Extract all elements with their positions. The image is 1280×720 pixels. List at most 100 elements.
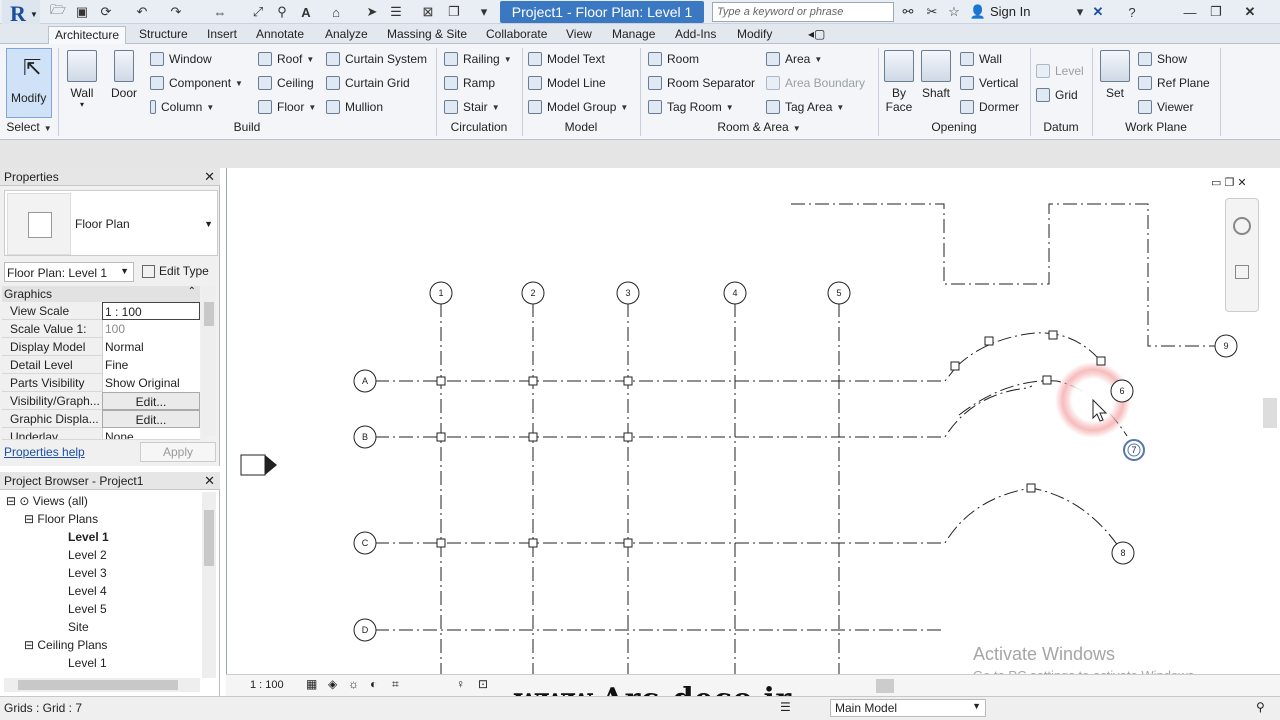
favorites-star-icon[interactable]: ☆ [944,3,964,21]
tab-structure[interactable]: Structure [133,26,194,44]
tree-item-views[interactable]: ⊟ ⊙ Views (all) [6,494,88,508]
3d-view-icon[interactable]: ⌂ [326,3,346,21]
prop-detail-level[interactable]: Detail Level Fine [2,356,200,374]
crop-view-icon[interactable]: ⌗ [392,677,399,692]
open-icon[interactable]: 🗁 [48,2,68,21]
tab-add-ins[interactable]: Add-Ins [669,26,722,44]
floor-button[interactable]: Floor ▼ [258,100,316,114]
tree-item-site[interactable]: Site [68,620,89,634]
tree-item-floor-plans[interactable]: ⊟ Floor Plans [24,512,98,526]
railing-button[interactable]: Railing ▼ [444,52,512,66]
view-scale-button[interactable]: 1 : 100 [250,679,284,691]
viewer-button[interactable]: Viewer [1138,100,1193,114]
thin-lines-icon[interactable]: ☰ [386,3,406,21]
prop-parts-visibility[interactable]: Parts Visibility Show Original [2,374,200,392]
properties-help-link[interactable]: Properties help [4,445,85,459]
switch-windows-icon[interactable]: ❐ [444,3,464,21]
zoom-icon[interactable] [1235,265,1249,279]
tree-item-ceiling-level-1[interactable]: Level 1 [68,656,107,670]
browser-hscrollbar[interactable] [4,678,200,692]
ceiling-button[interactable]: Ceiling [258,76,314,90]
search-input[interactable]: Type a keyword or phrase [712,2,894,22]
ramp-button[interactable]: Ramp [444,76,495,90]
view-close-icon[interactable]: ✕ [1237,177,1246,189]
canvas-hscrollbar[interactable] [876,679,894,693]
detail-level-icon[interactable]: ▦ [306,677,317,691]
subscription-icon[interactable]: ✂ [922,3,942,21]
room-button[interactable]: Room [648,52,699,66]
tab-view[interactable]: View [560,26,598,44]
visual-style-icon[interactable]: ◈ [328,677,337,691]
worksets-icon[interactable]: ☰ [780,700,791,714]
tab-insert[interactable]: Insert [201,26,243,44]
grid-button[interactable]: Grid [1036,88,1078,102]
navigation-bar[interactable] [1225,198,1259,312]
browser-vscrollbar[interactable] [202,492,216,678]
level-button[interactable]: Level [1036,64,1084,78]
qat-dropdown-icon[interactable]: ▾ [474,3,494,21]
room-area-dropdown[interactable]: Room & Area ▼ [642,120,876,138]
text-icon[interactable]: A [296,3,316,21]
roof-button[interactable]: Roof ▼ [258,52,314,66]
view-minimize-icon[interactable]: ▭ [1211,177,1221,189]
mullion-button[interactable]: Mullion [326,100,383,114]
filter-icon[interactable]: ⚲ [1256,700,1265,714]
prop-visibility-graphics[interactable]: Visibility/Graph... Edit... [2,392,200,410]
canvas-vscrollbar[interactable] [1263,398,1277,428]
shaft-button[interactable]: Shaft [918,50,954,100]
door-button[interactable]: Door [106,50,142,100]
room-separator-button[interactable]: Room Separator [648,76,755,90]
column-button[interactable]: Column ▼ [150,100,214,114]
save-icon[interactable]: ▣ [72,3,92,21]
tree-item-level-2[interactable]: Level 2 [68,548,107,562]
drawing-canvas[interactable]: 12345ABCD6789 ▭ ❐ ✕ Activate Windows Go … [226,168,1280,696]
sun-path-icon[interactable]: ☼ [348,677,359,691]
close-window-icon[interactable]: ✕ [1240,3,1260,21]
area-button[interactable]: Area ▼ [766,52,822,66]
tab-collaborate[interactable]: Collaborate [480,26,553,44]
show-button[interactable]: Show [1138,52,1187,66]
tree-item-level-5[interactable]: Level 5 [68,602,107,616]
signin-dropdown-icon[interactable]: ▾ [1070,3,1090,21]
tab-modify[interactable]: Modify [731,26,778,44]
by-face-button[interactable]: By Face [882,50,916,114]
sync-icon[interactable]: ⟳ [96,3,116,21]
tree-item-level-4[interactable]: Level 4 [68,584,107,598]
close-hidden-icon[interactable]: ⊠ [418,3,438,21]
set-button[interactable]: Set [1098,50,1132,100]
hide-isolate-icon[interactable]: ♀ [456,677,465,691]
window-button[interactable]: Window [150,52,212,66]
dormer-button[interactable]: Dormer [960,100,1019,114]
model-line-button[interactable]: Model Line [528,76,606,90]
ref-plane-button[interactable]: Ref Plane [1138,76,1210,90]
prop-graphic-display[interactable]: Graphic Displa... Edit... [2,410,200,428]
minimize-ribbon-icon[interactable]: ◂▢ [802,26,831,44]
dimension-icon[interactable]: ⤢ [248,3,268,21]
sign-in-button[interactable]: Sign In [990,4,1030,19]
wall-button[interactable]: Wall ▾ [64,50,100,109]
section-icon[interactable]: ➤ [362,3,382,21]
tag-area-button[interactable]: Tag Area ▼ [766,100,844,114]
minimize-icon[interactable]: — [1180,3,1200,21]
graphics-section-header[interactable]: Graphics ⌃ [2,286,200,302]
component-button[interactable]: Component ▼ [150,76,243,90]
prop-view-scale[interactable]: View Scale 1 : 100 [2,302,200,320]
curtain-grid-button[interactable]: Curtain Grid [326,76,410,90]
type-selector[interactable]: Floor Plan ▼ [4,190,218,256]
model-group-button[interactable]: Model Group ▼ [528,100,628,114]
area-boundary-button[interactable]: Area Boundary [766,76,865,90]
properties-scrollbar[interactable] [202,286,216,436]
tree-item-level-1[interactable]: Level 1 [68,530,109,544]
design-options-select[interactable]: Main Model ▼ [830,699,986,717]
instance-selector[interactable]: Floor Plan: Level 1 ▼ [4,262,134,282]
model-text-button[interactable]: Model Text [528,52,605,66]
tab-analyze[interactable]: Analyze [319,26,374,44]
tab-architecture[interactable]: Architecture [48,26,127,45]
exchange-apps-icon[interactable]: ✕ [1088,3,1108,21]
vertical-button[interactable]: Vertical [960,76,1018,90]
prop-display-model[interactable]: Display Model Normal [2,338,200,356]
tree-item-level-3[interactable]: Level 3 [68,566,107,580]
measure-icon[interactable]: ⇔ [210,3,230,21]
tab-massing-site[interactable]: Massing & Site [381,26,473,44]
user-icon[interactable]: 👤 [968,3,988,21]
